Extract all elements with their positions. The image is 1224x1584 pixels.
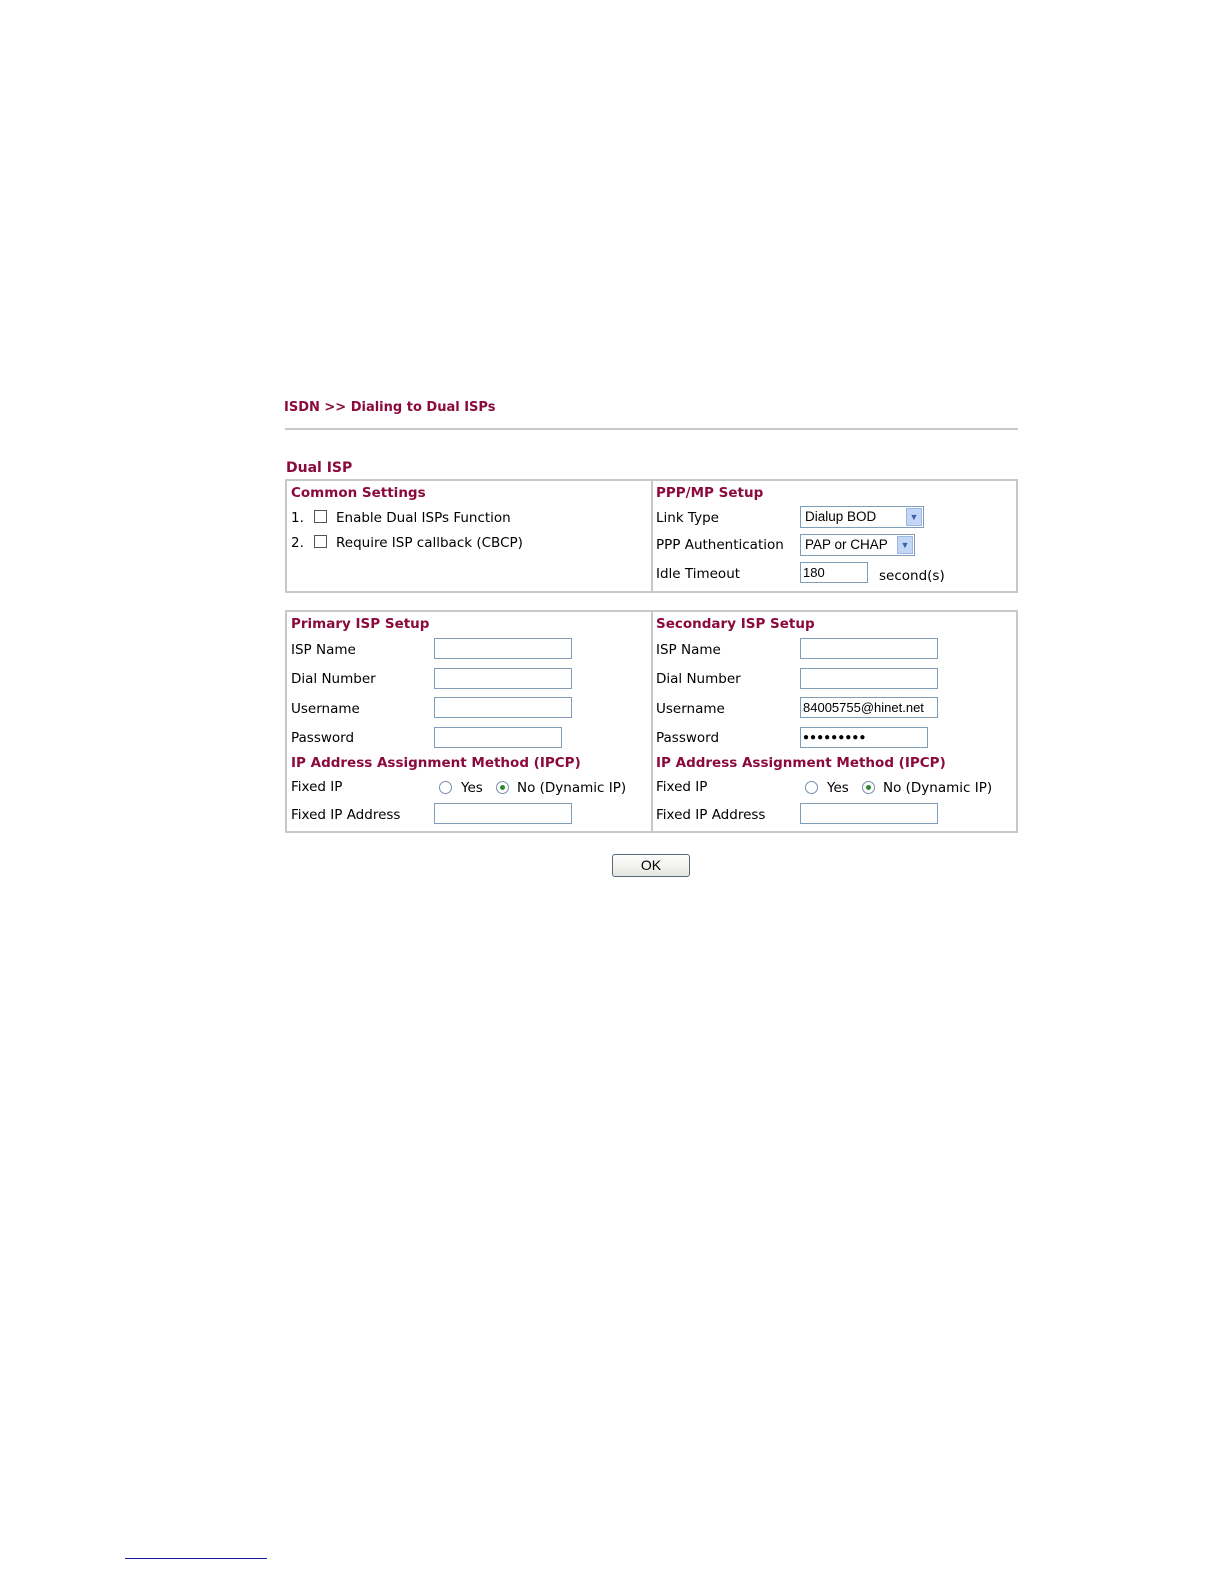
section-title: Dual ISP — [286, 460, 353, 476]
secondary-dial-input[interactable] — [800, 668, 938, 689]
idle-timeout-unit: second(s) — [879, 568, 945, 584]
primary-username-input[interactable] — [434, 697, 572, 718]
primary-fixed-addr-input[interactable] — [434, 803, 572, 824]
primary-ipcp-title: IP Address Assignment Method (IPCP) — [291, 755, 581, 771]
primary-fixed-ip-no-radio[interactable] — [496, 781, 509, 794]
idle-timeout-input[interactable]: 180 — [800, 562, 868, 583]
primary-dial-input[interactable] — [434, 668, 572, 689]
ok-button[interactable]: OK — [612, 854, 690, 877]
secondary-username-label: Username — [656, 701, 725, 717]
primary-fixed-ip-yes-radio[interactable] — [439, 781, 452, 794]
enable-dual-isp-label: Enable Dual ISPs Function — [336, 510, 511, 526]
ppp-auth-select[interactable]: PAP or CHAP ▼ — [800, 534, 915, 556]
breadcrumb: ISDN >> Dialing to Dual ISPs — [284, 400, 496, 415]
chevron-down-icon: ▼ — [906, 508, 922, 526]
secondary-fixed-addr-input[interactable] — [800, 803, 938, 824]
primary-dial-label: Dial Number — [291, 671, 376, 687]
secondary-dial-label: Dial Number — [656, 671, 741, 687]
ppp-setup-title: PPP/MP Setup — [656, 485, 764, 501]
idle-timeout-label: Idle Timeout — [656, 566, 741, 582]
secondary-fixed-ip-yes-radio[interactable] — [805, 781, 818, 794]
ppp-auth-value: PAP or CHAP — [805, 537, 888, 552]
secondary-username-input[interactable]: 84005755@hinet.net — [800, 697, 938, 718]
secondary-ipcp-title: IP Address Assignment Method (IPCP) — [656, 755, 946, 771]
primary-isp-name-input[interactable] — [434, 638, 572, 659]
secondary-password-input[interactable]: ●●●●●●●●● — [800, 727, 928, 748]
primary-fixed-ip-label: Fixed IP — [291, 779, 343, 795]
ppp-auth-label: PPP Authentication — [656, 537, 784, 553]
secondary-isp-name-label: ISP Name — [656, 642, 721, 658]
common-item-1-number: 1. — [291, 510, 304, 526]
secondary-fixed-ip-no-label: No (Dynamic IP) — [883, 780, 993, 796]
common-item-2-number: 2. — [291, 535, 304, 551]
enable-dual-isp-checkbox[interactable] — [314, 510, 327, 523]
primary-password-label: Password — [291, 730, 355, 746]
secondary-isp-title: Secondary ISP Setup — [656, 616, 815, 632]
secondary-fixed-ip-yes-label: Yes — [827, 780, 849, 796]
panel-divider — [651, 612, 653, 831]
link-type-select[interactable]: Dialup BOD ▼ — [800, 506, 924, 528]
link-type-label: Link Type — [656, 510, 719, 526]
secondary-isp-name-input[interactable] — [800, 638, 938, 659]
primary-fixed-addr-label: Fixed IP Address — [291, 807, 401, 823]
common-settings-title: Common Settings — [291, 485, 426, 501]
header-divider — [285, 428, 1018, 430]
secondary-fixed-addr-label: Fixed IP Address — [656, 807, 766, 823]
panel-divider — [651, 481, 653, 591]
secondary-fixed-ip-no-radio[interactable] — [862, 781, 875, 794]
primary-password-input[interactable] — [434, 727, 562, 748]
secondary-fixed-ip-label: Fixed IP — [656, 779, 708, 795]
primary-isp-title: Primary ISP Setup — [291, 616, 430, 632]
primary-isp-name-label: ISP Name — [291, 642, 356, 658]
chevron-down-icon: ▼ — [897, 536, 913, 554]
link-type-value: Dialup BOD — [805, 509, 877, 524]
footnote-separator — [125, 1558, 267, 1559]
primary-fixed-ip-no-label: No (Dynamic IP) — [517, 780, 627, 796]
primary-fixed-ip-yes-label: Yes — [461, 780, 483, 796]
require-callback-label: Require ISP callback (CBCP) — [336, 535, 523, 551]
secondary-password-label: Password — [656, 730, 720, 746]
require-callback-checkbox[interactable] — [314, 535, 327, 548]
primary-username-label: Username — [291, 701, 360, 717]
